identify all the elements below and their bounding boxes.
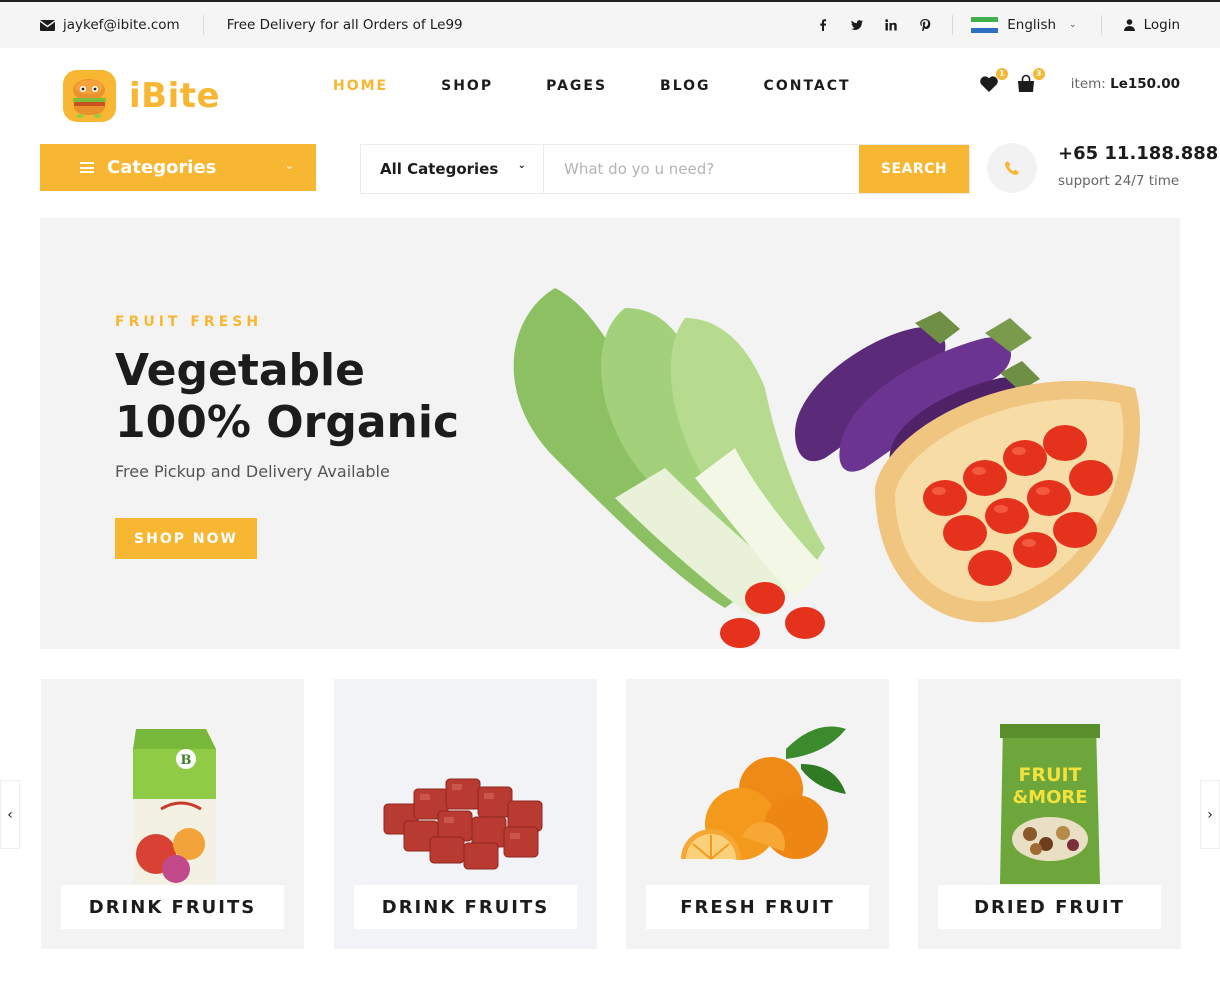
- chevron-down-icon: ⌄: [284, 159, 294, 172]
- login-link[interactable]: Login: [1123, 17, 1180, 33]
- carousel-prev-button[interactable]: ‹: [0, 780, 20, 849]
- nuts-bag-image: FRUIT &MORE: [1000, 724, 1100, 884]
- oranges-image: [681, 726, 846, 860]
- sierra-leone-flag-icon: [971, 17, 999, 33]
- nav-home[interactable]: HOME: [333, 78, 388, 94]
- menu-icon: [80, 162, 94, 173]
- cart-total-label: item:: [1070, 76, 1106, 92]
- language-selector[interactable]: English ⌄: [971, 17, 1077, 33]
- chevron-right-icon: ›: [1207, 806, 1213, 823]
- wishlist-count-badge: 1: [995, 68, 1008, 80]
- cart-button[interactable]: 3: [1016, 68, 1045, 94]
- nav-contact[interactable]: CONTACT: [764, 78, 851, 94]
- logo[interactable]: iBite: [63, 70, 220, 122]
- chevron-down-icon: ⌄: [1069, 20, 1077, 30]
- divider: [1100, 15, 1102, 35]
- main-header: iBite HOME SHOP PAGES BLOG CONTACT 1 3 i…: [0, 48, 1220, 130]
- shop-now-button[interactable]: SHOP NOW: [115, 518, 257, 559]
- svg-text:FRUIT: FRUIT: [1018, 764, 1081, 786]
- hero-title-line-1: Vegetable: [115, 345, 365, 396]
- twitter-icon[interactable]: [840, 17, 874, 33]
- top-bar-left: jaykef@ibite.com Free Delivery for all O…: [40, 2, 463, 48]
- nav-pages[interactable]: PAGES: [546, 78, 607, 94]
- category-label: DRINK FRUITS: [61, 885, 284, 929]
- meat-cubes-image: [383, 778, 543, 870]
- carousel-next-button[interactable]: ›: [1200, 780, 1220, 849]
- shopping-bag-icon: [1017, 74, 1034, 92]
- facebook-icon[interactable]: [806, 17, 840, 33]
- cart-total-value: Le150.00: [1110, 76, 1180, 92]
- categories-dropdown[interactable]: Categories ⌄: [40, 144, 316, 191]
- hero-banner: FRUIT FRESH Vegetable 100% Organic Free P…: [40, 218, 1180, 649]
- category-card[interactable]: DRINK FRUITS: [334, 679, 597, 949]
- category-label: DRIED FRUIT: [938, 885, 1161, 929]
- top-bar-right: English ⌄ Login: [806, 2, 1180, 48]
- category-card[interactable]: FRUIT &MORE DRIED FRUIT: [918, 679, 1181, 949]
- main-nav: HOME SHOP PAGES BLOG CONTACT: [333, 78, 904, 94]
- hero-title-line-2: 100% Organic: [115, 397, 460, 448]
- phone-number[interactable]: +65 11.188.888: [1058, 143, 1218, 164]
- chevron-down-icon: ⌄: [517, 160, 526, 171]
- chevron-left-icon: ‹: [7, 806, 13, 823]
- svg-text:B: B: [181, 753, 192, 768]
- envelope-icon: [40, 19, 55, 31]
- heart-icon: [979, 76, 998, 92]
- top-bar: jaykef@ibite.com Free Delivery for all O…: [0, 0, 1220, 48]
- nav-blog[interactable]: BLOG: [660, 78, 711, 94]
- support-phone: +65 11.188.888 support 24/7 time: [987, 143, 1218, 193]
- search-form: All Categories ⌄ What do yo u need? SEAR…: [360, 144, 970, 194]
- category-card[interactable]: B DRINK FRUITS: [41, 679, 304, 949]
- cart-count-badge: 3: [1032, 68, 1045, 80]
- contact-email[interactable]: jaykef@ibite.com: [63, 17, 180, 33]
- delivery-note: Free Delivery for all Orders of Le99: [226, 17, 463, 33]
- hero-description: Free Pickup and Delivery Available: [115, 462, 390, 481]
- categories-label: Categories: [107, 157, 217, 178]
- phone-icon: [987, 143, 1037, 193]
- hero-title: Vegetable 100% Organic: [115, 345, 475, 449]
- divider: [952, 15, 954, 35]
- logo-text: iBite: [129, 76, 221, 116]
- wishlist-button[interactable]: 1: [979, 68, 1008, 94]
- category-label: DRINK FRUITS: [354, 885, 577, 929]
- category-card[interactable]: FRESH FRUIT: [626, 679, 889, 949]
- user-icon: [1123, 19, 1135, 31]
- hero-kicker: FRUIT FRESH: [115, 314, 263, 330]
- category-select-value: All Categories: [380, 160, 499, 178]
- search-input[interactable]: What do yo u need?: [544, 145, 859, 193]
- pinterest-icon[interactable]: [908, 17, 942, 33]
- category-label: FRESH FRUIT: [646, 885, 869, 929]
- category-carousel: B DRINK FRUITS DRINK FRUITS FRESH FRUIT …: [40, 679, 1181, 949]
- divider: [202, 15, 204, 35]
- vegetables-image: [513, 288, 1140, 648]
- linkedin-icon[interactable]: [874, 17, 908, 33]
- login-label: Login: [1143, 17, 1180, 33]
- social-links: [806, 17, 942, 33]
- category-select[interactable]: All Categories ⌄: [361, 145, 544, 193]
- search-button[interactable]: SEARCH: [859, 145, 969, 193]
- burger-logo-icon: [63, 70, 116, 122]
- cart-total[interactable]: item: Le150.00: [1071, 76, 1180, 92]
- svg-text:&MORE: &MORE: [1012, 787, 1087, 808]
- language-label: English: [1007, 17, 1057, 33]
- support-text: support 24/7 time: [1058, 173, 1180, 189]
- nav-shop[interactable]: SHOP: [441, 78, 493, 94]
- header-actions: 1 3 item: Le150.00: [979, 68, 1180, 94]
- juice-carton-image: B: [133, 729, 216, 884]
